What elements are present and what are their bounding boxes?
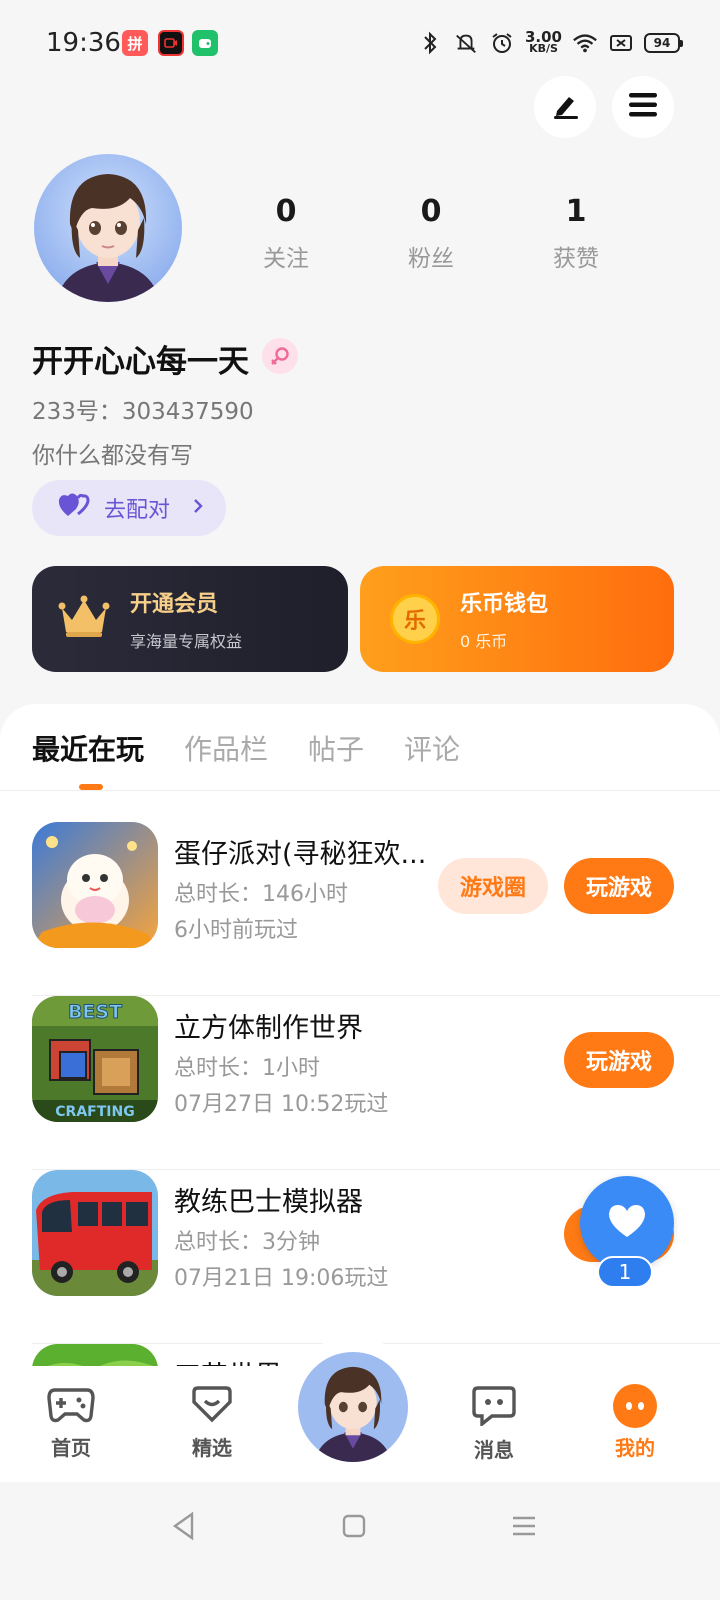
bluetooth-icon	[417, 30, 443, 56]
avatar	[298, 1352, 408, 1462]
vip-title: 开通会员	[130, 592, 219, 617]
profile-nickname: 开开心心每一天	[32, 344, 249, 380]
vip-card[interactable]: 开通会员 享海量专属权益	[32, 566, 348, 672]
gamepad-icon	[47, 1388, 95, 1428]
profile-avatar[interactable]	[34, 154, 182, 302]
stat-followers[interactable]: 0 粉丝	[376, 194, 486, 273]
app-notification-icon: 拼	[122, 30, 148, 56]
coin-icon: 乐	[390, 594, 440, 644]
game-last-played: 07月27日 10:52玩过	[174, 1092, 389, 1117]
net-speed: 3.00 KB/S	[524, 28, 562, 55]
game-name: 蛋仔派对(寻秘狂欢...	[174, 839, 427, 870]
user-id: 233号：303437590	[32, 399, 254, 425]
tab-works[interactable]: 作品栏	[184, 728, 268, 768]
game-duration: 总时长：146小时	[174, 882, 348, 907]
wallet-title: 乐币钱包	[460, 592, 549, 617]
nav-home[interactable]: 首页	[26, 1384, 116, 1461]
game-icon-bus-simulator	[32, 1170, 158, 1296]
status-bar: 19:36 拼 3.00 KB/S 94	[0, 0, 720, 88]
tab-recent[interactable]: 最近在玩	[32, 728, 144, 768]
face-icon	[613, 1384, 657, 1428]
game-icon-eggy-party	[32, 822, 158, 948]
game-circle-button[interactable]: 游戏圈	[438, 858, 548, 914]
game-app-notification-icon	[192, 30, 218, 56]
stat-value: 0	[420, 194, 442, 229]
wifi-icon	[572, 30, 598, 56]
status-time: 19:36	[46, 28, 121, 58]
vip-subtitle: 享海量专属权益	[130, 632, 243, 651]
tab-posts[interactable]: 帖子	[308, 728, 364, 768]
alarm-icon	[489, 30, 515, 56]
wallet-card[interactable]: 乐 乐币钱包 0 乐币	[360, 566, 674, 672]
chevron-right-icon	[192, 496, 204, 521]
nav-label: 消息	[474, 1438, 514, 1462]
home-icon[interactable]	[336, 1508, 372, 1544]
go-match-button[interactable]: 去配对	[32, 480, 226, 536]
nav-label: 精选	[192, 1436, 232, 1460]
sim-icon	[608, 30, 634, 56]
stat-label: 关注	[263, 246, 309, 272]
icon-text-crafting: CRAFTING	[55, 1104, 134, 1120]
female-gender-icon	[262, 338, 298, 374]
edit-profile-button[interactable]	[534, 76, 596, 138]
game-last-played: 07月21日 19:06玩过	[174, 1266, 389, 1291]
profile-tabs: 最近在玩 作品栏 帖子 评论	[32, 728, 460, 768]
nav-label: 我的	[615, 1436, 655, 1460]
play-game-button[interactable]: 玩游戏	[564, 858, 674, 914]
heart-box-icon	[188, 1386, 236, 1428]
stat-label: 获赞	[553, 246, 599, 272]
play-game-button[interactable]: 玩游戏	[564, 1032, 674, 1088]
like-count-badge: 1	[597, 1256, 653, 1288]
stat-value: 0	[275, 194, 297, 229]
nav-avatar-button[interactable]	[298, 1352, 408, 1462]
edit-icon	[549, 89, 581, 125]
stat-likes[interactable]: 1 获赞	[521, 194, 631, 273]
nav-label: 首页	[51, 1436, 91, 1460]
stat-label: 粉丝	[408, 246, 454, 272]
chat-icon	[470, 1386, 518, 1430]
stat-following[interactable]: 0 关注	[231, 194, 341, 273]
back-icon[interactable]	[166, 1508, 202, 1544]
game-duration: 总时长：3分钟	[174, 1230, 320, 1255]
game-name: 立方体制作世界	[174, 1013, 363, 1044]
game-duration: 总时长：1小时	[174, 1056, 320, 1081]
nav-featured[interactable]: 精选	[167, 1384, 257, 1461]
heart-pair-icon	[58, 492, 92, 524]
wallet-balance: 0 乐币	[460, 632, 508, 651]
video-app-notification-icon	[158, 30, 184, 56]
menu-button[interactable]	[612, 76, 674, 138]
game-row[interactable]: BEST CRAFTING 立方体制作世界 总时长：1小时 07月27日 10:…	[32, 996, 720, 1170]
mute-icon	[453, 30, 479, 56]
game-row[interactable]: 蛋仔派对(寻秘狂欢... 总时长：146小时 6小时前玩过 游戏圈 玩游戏	[32, 822, 720, 996]
recents-icon[interactable]	[506, 1508, 542, 1544]
status-icons: 3.00 KB/S 94	[417, 26, 683, 60]
battery-indicator: 94	[644, 33, 683, 53]
stat-value: 1	[565, 194, 587, 229]
game-name: 教练巴士模拟器	[174, 1187, 363, 1218]
crown-icon	[58, 594, 110, 644]
game-icon-best-crafting: BEST CRAFTING	[32, 996, 158, 1122]
nav-messages[interactable]: 消息	[449, 1384, 539, 1463]
heart-icon	[607, 1203, 647, 1243]
tabs-divider	[0, 790, 720, 791]
tab-comments[interactable]: 评论	[404, 728, 460, 768]
icon-text-best: BEST	[68, 1001, 122, 1023]
profile-bio: 你什么都没有写	[32, 443, 193, 469]
game-last-played: 6小时前玩过	[174, 918, 298, 943]
go-match-label: 去配对	[104, 498, 171, 523]
nav-mine[interactable]: 我的	[590, 1384, 680, 1461]
menu-icon	[627, 91, 659, 123]
